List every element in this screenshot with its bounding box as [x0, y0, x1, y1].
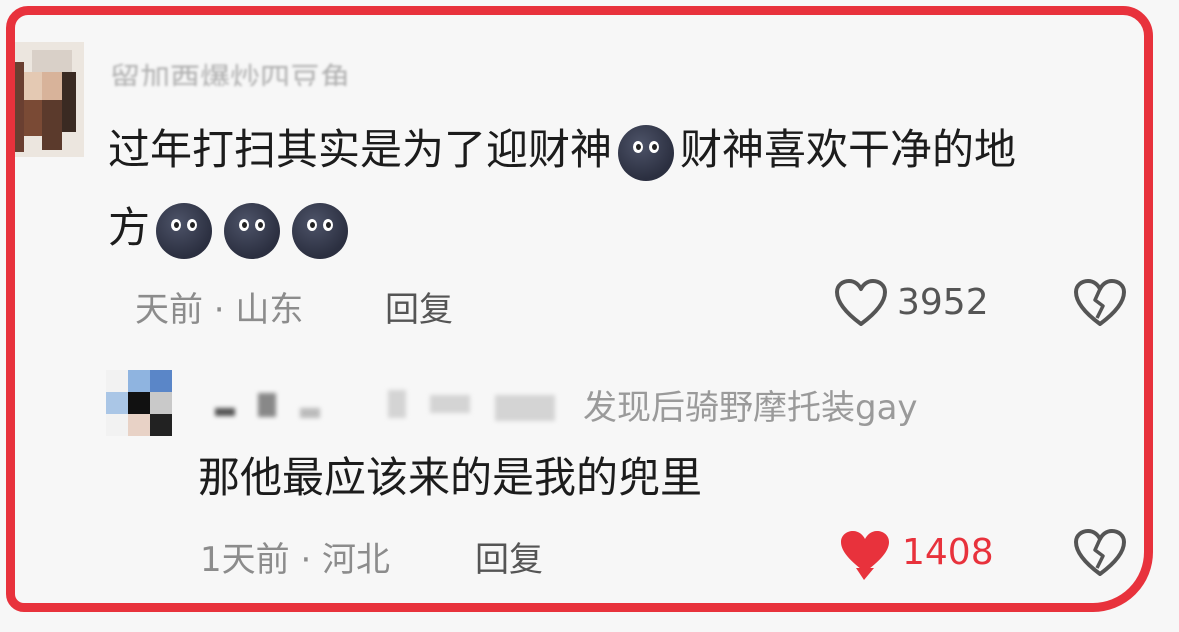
new-moon-face-icon	[224, 202, 281, 259]
avatar[interactable]	[14, 42, 84, 157]
username-redaction	[215, 408, 235, 416]
comment-text-part: 财神喜欢干净的地	[680, 125, 1017, 174]
username-redaction	[430, 395, 470, 413]
like-count: 3952	[897, 282, 989, 323]
username-redaction	[495, 395, 555, 421]
comment-text-part: 过年打扫其实是为了迎财神	[108, 125, 613, 174]
avatar[interactable]	[106, 370, 172, 436]
username-redaction	[388, 390, 406, 418]
reply-button[interactable]: 回复	[475, 532, 543, 581]
new-moon-face-icon	[292, 202, 349, 259]
username[interactable]: 发现后骑野摩托装gay	[583, 380, 983, 429]
username[interactable]: 留加酉爆炒四豆角	[110, 52, 350, 86]
comment-text-line2: 方	[108, 200, 354, 259]
reply-button[interactable]: 回复	[385, 282, 453, 331]
new-moon-face-icon	[618, 124, 675, 181]
comment-text-part: 方	[108, 203, 151, 252]
heart-filled-icon[interactable]	[838, 528, 892, 584]
new-moon-face-icon	[156, 202, 213, 259]
time-location: 天前 · 山东	[135, 290, 304, 330]
username-redaction	[300, 408, 320, 418]
comment-text: 那他最应该来的是我的兜里	[198, 453, 703, 502]
like-count: 1408	[902, 532, 994, 573]
comment-text: 过年打扫其实是为了迎财神 财神喜欢干净的地	[108, 122, 1016, 181]
heart-outline-icon[interactable]	[834, 278, 888, 328]
username-redaction	[258, 393, 276, 417]
dislike-icon[interactable]	[1073, 278, 1127, 328]
time-location: 1天前 · 河北	[200, 540, 391, 580]
dislike-icon[interactable]	[1073, 528, 1127, 578]
